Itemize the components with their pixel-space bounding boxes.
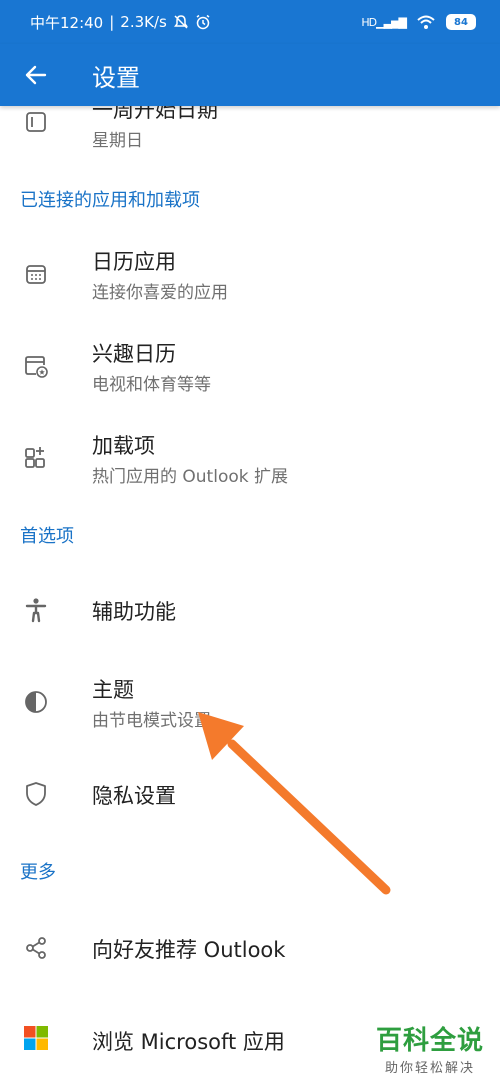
- setting-interest-calendars[interactable]: 兴趣日历 电视和体育等等: [0, 330, 500, 406]
- setting-interest-calendars-subtitle: 电视和体育等等: [92, 375, 211, 395]
- setting-privacy-title: 隐私设置: [92, 784, 176, 808]
- status-right: HD▁▃▅▇ 84: [361, 14, 476, 30]
- setting-calendar-apps-subtitle: 连接你喜爱的应用: [92, 283, 228, 303]
- setting-recommend-title: 向好友推荐 Outlook: [92, 938, 286, 962]
- back-button[interactable]: [0, 44, 72, 106]
- calendar-star-icon: [22, 352, 50, 380]
- microsoft-logo-icon: [22, 1024, 50, 1052]
- setting-week-start-subtitle: 星期日: [92, 131, 143, 151]
- watermark: 百科全说 助你轻松解决: [376, 1020, 484, 1076]
- arrow-left-icon: [25, 65, 47, 85]
- status-bar: 中午12:40 | 2.3K/s HD▁▃▅▇ 84: [0, 0, 500, 44]
- watermark-title: 百科全说: [375, 1026, 484, 1056]
- calendar-icon: [22, 108, 50, 136]
- setting-microsoft-apps-title: 浏览 Microsoft 应用: [92, 1030, 285, 1054]
- setting-addins[interactable]: 加载项 热门应用的 Outlook 扩展: [0, 420, 500, 496]
- status-speed: 2.3K/s: [120, 13, 167, 31]
- battery-level: 84: [454, 16, 468, 28]
- setting-theme-title: 主题: [92, 678, 134, 702]
- section-connected: 已连接的应用和加载项: [20, 190, 200, 211]
- contrast-icon: [22, 688, 50, 716]
- app-bar: 设置: [0, 44, 500, 106]
- setting-theme[interactable]: 主题 由节电模式设置: [0, 666, 500, 742]
- calendar-grid-icon: [22, 260, 50, 288]
- status-divider: |: [109, 13, 115, 31]
- setting-theme-subtitle: 由节电模式设置: [92, 711, 211, 731]
- add-grid-icon: [22, 442, 50, 470]
- page-title: 设置: [92, 63, 140, 92]
- battery-icon: 84: [446, 14, 476, 30]
- setting-accessibility-title: 辅助功能: [92, 600, 176, 624]
- setting-interest-calendars-title: 兴趣日历: [92, 342, 176, 366]
- status-left: 中午12:40 | 2.3K/s: [30, 12, 211, 33]
- section-preferences: 首选项: [20, 526, 74, 547]
- wifi-icon: [417, 15, 435, 29]
- signal-icon: HD▁▃▅▇: [361, 15, 407, 29]
- setting-addins-title: 加载项: [92, 434, 155, 458]
- setting-accessibility[interactable]: 辅助功能: [0, 576, 500, 646]
- network-type: HD: [361, 15, 377, 29]
- section-more: 更多: [20, 862, 56, 883]
- setting-calendar-apps[interactable]: 日历应用 连接你喜爱的应用: [0, 240, 500, 316]
- setting-recommend[interactable]: 向好友推荐 Outlook: [0, 912, 500, 982]
- accessibility-icon: [22, 596, 50, 624]
- alarm-icon: [196, 14, 210, 30]
- mute-icon: [173, 15, 188, 29]
- setting-privacy[interactable]: 隐私设置: [0, 760, 500, 830]
- watermark-subtitle: 助你轻松解决: [384, 1061, 475, 1076]
- status-time: 中午12:40: [30, 13, 104, 32]
- share-icon: [22, 934, 50, 962]
- setting-calendar-apps-title: 日历应用: [92, 250, 176, 274]
- shield-icon: [22, 780, 50, 808]
- setting-addins-subtitle: 热门应用的 Outlook 扩展: [92, 467, 288, 487]
